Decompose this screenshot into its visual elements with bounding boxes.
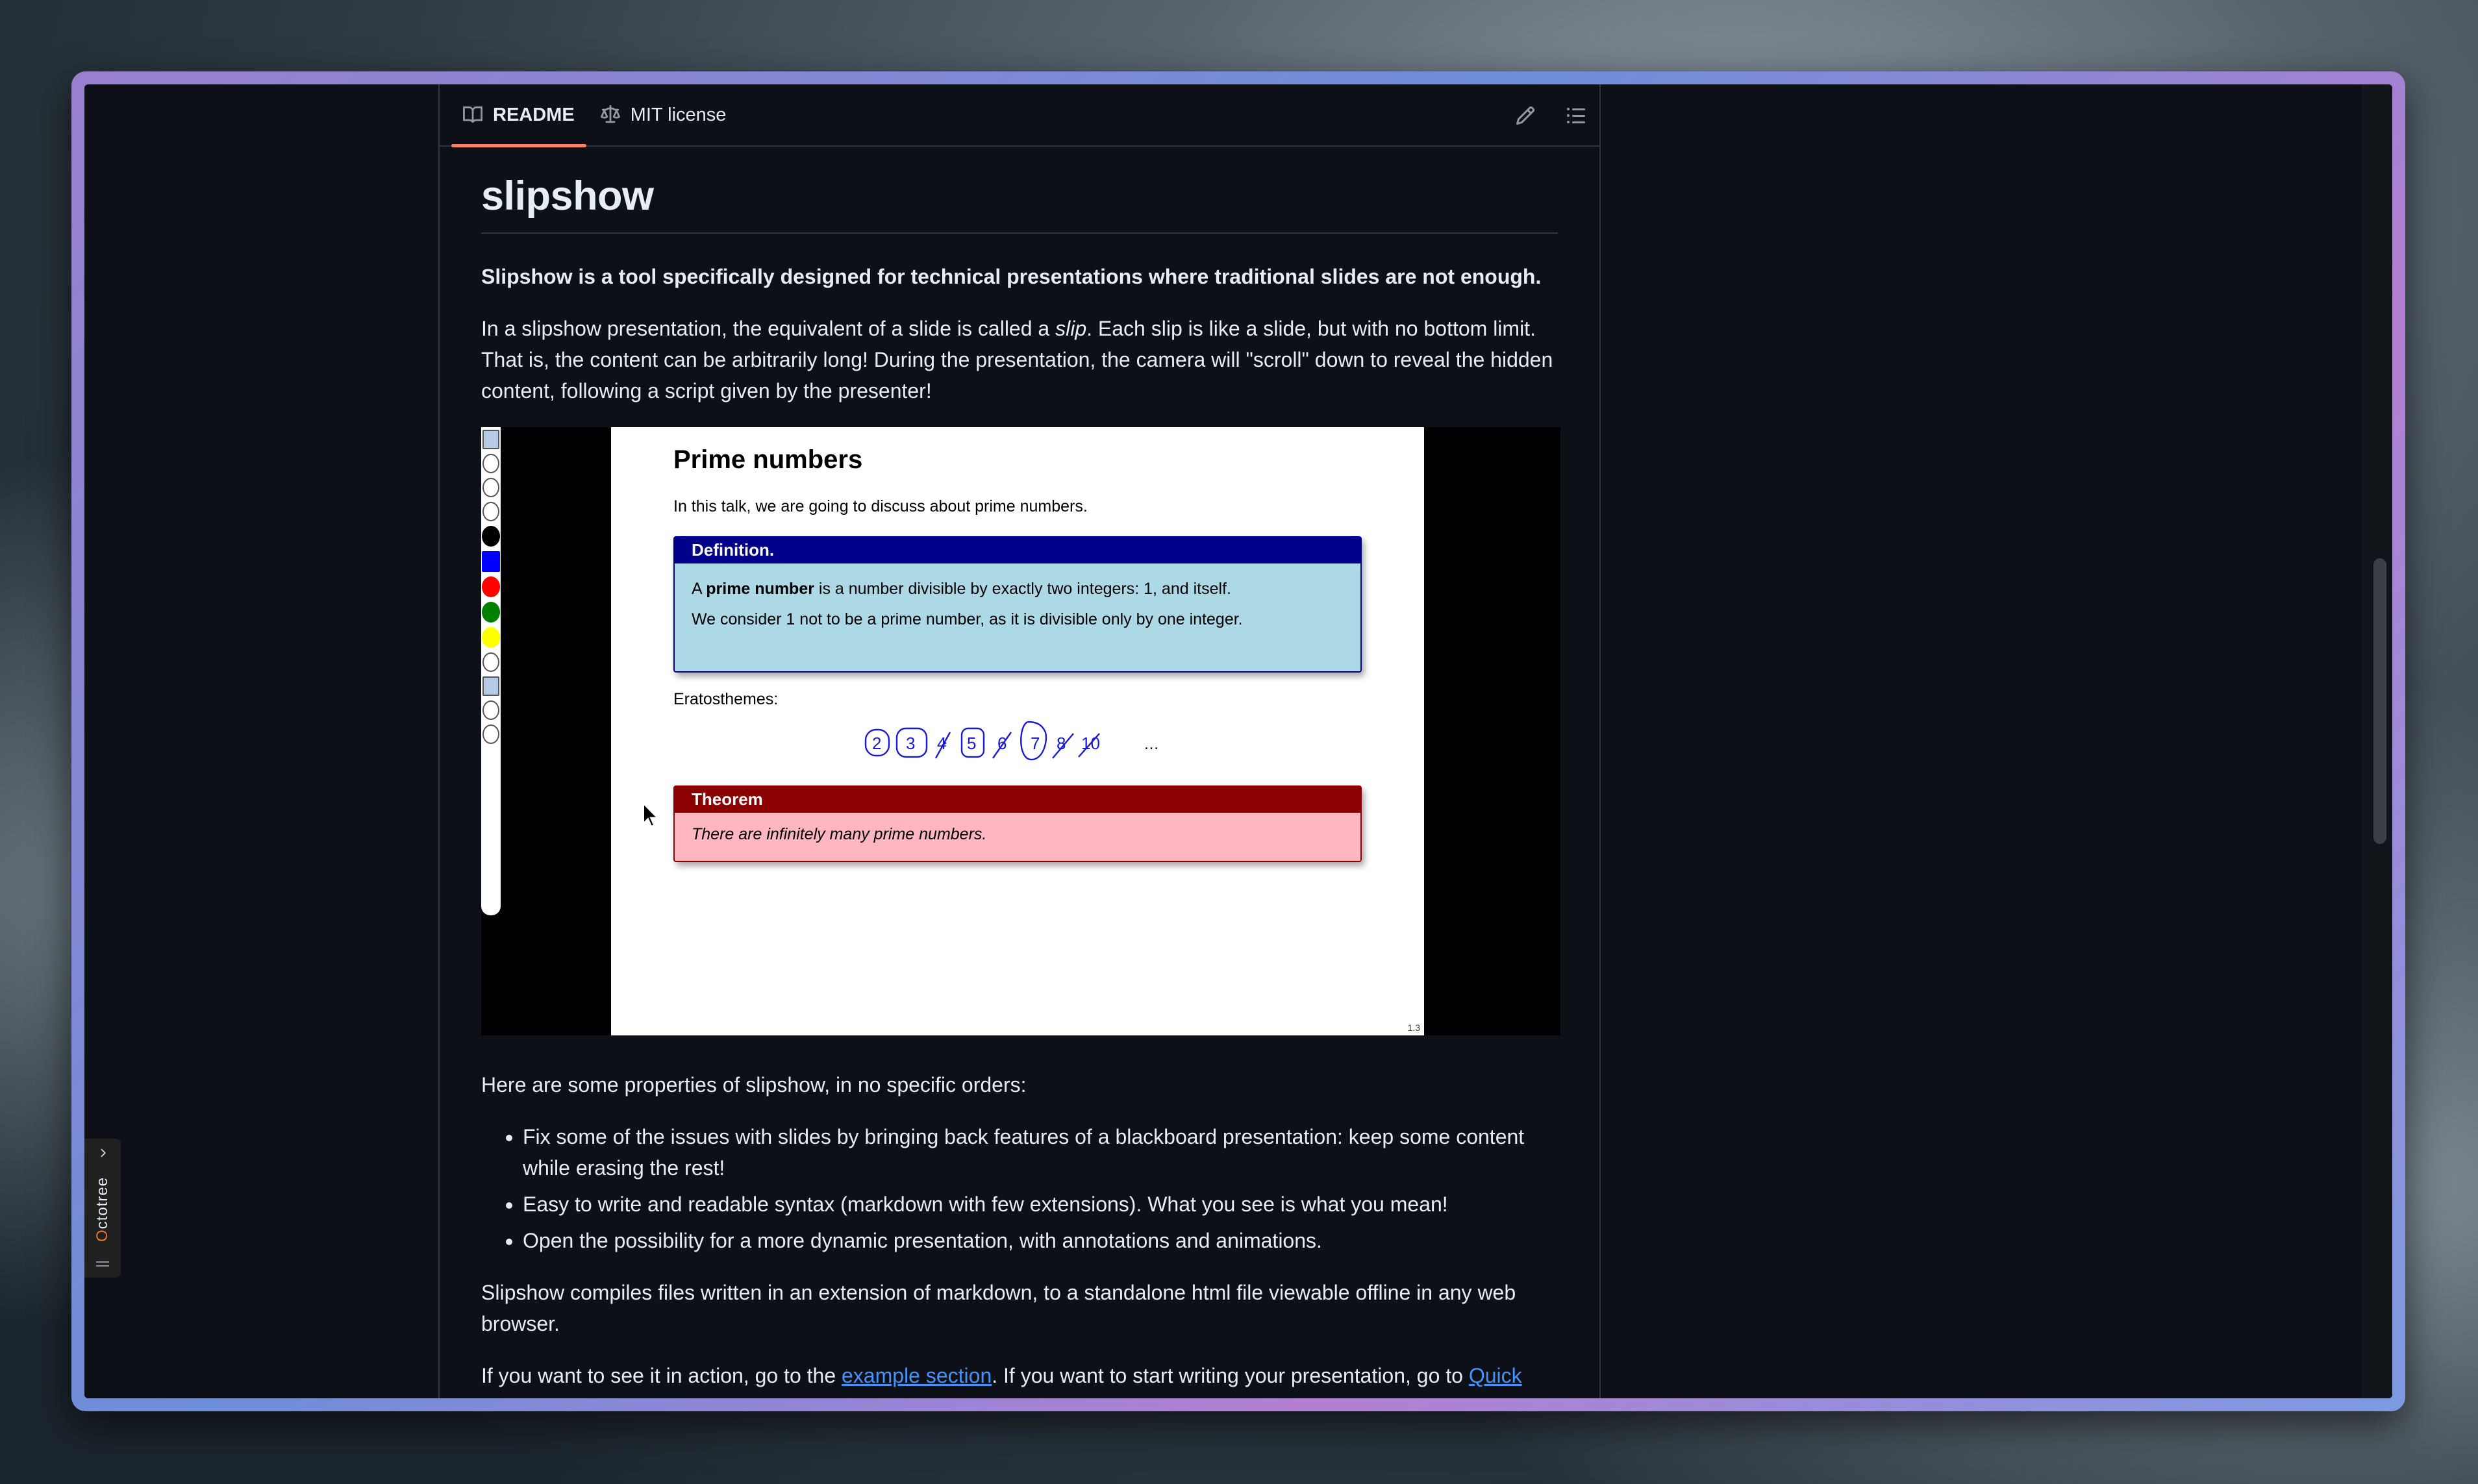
readme-panel: README MIT license slipshow Slipshow is …: [438, 84, 1601, 1398]
book-icon: [463, 106, 482, 123]
octotree-label-rest: ctotree: [94, 1176, 111, 1230]
list-item: Fix some of the issues with slides by br…: [523, 1121, 1558, 1183]
example-section-link[interactable]: example section: [842, 1364, 992, 1387]
width-thick-icon: [482, 700, 499, 720]
theorem-box: Theorem There are infinitely many prime …: [673, 785, 1362, 862]
tab-readme[interactable]: README: [450, 84, 588, 147]
mouse-cursor-icon: [643, 802, 659, 828]
octotree-sidebar-toggle[interactable]: Octotree: [84, 1139, 121, 1278]
theorem-header: Theorem: [675, 787, 1360, 813]
tab-readme-label: README: [493, 104, 575, 125]
definition-header: Definition.: [675, 538, 1360, 563]
definition-box: Definition. A prime number is a number d…: [673, 536, 1362, 673]
outline-list-icon[interactable]: [1566, 105, 1586, 126]
svg-text:5: 5: [967, 734, 976, 753]
svg-text:4: 4: [937, 734, 946, 753]
svg-text:7: 7: [1031, 734, 1040, 753]
definition-line-1: A prime number is a number divisible by …: [692, 570, 1344, 608]
tab-license-label: MIT license: [630, 104, 727, 125]
definition-line-2: We consider 1 not to be a prime number, …: [692, 610, 1243, 628]
svg-text:8: 8: [1057, 734, 1066, 753]
color-blue-icon: [482, 551, 500, 572]
svg-text:…: …: [1144, 736, 1159, 753]
demo-gif: Prime numbers In this talk, we are going…: [481, 427, 1560, 1035]
highlighter-tool-icon: [482, 454, 499, 473]
width-thin-icon: [482, 652, 499, 672]
width-medium-icon: [482, 676, 499, 696]
def-pre: A: [692, 580, 707, 598]
properties-intro: Here are some properties of slipshow, in…: [481, 1073, 1027, 1096]
drawing-toolbar: [481, 427, 501, 915]
browser-window: README MIT license slipshow Slipshow is …: [71, 71, 2405, 1411]
svg-text:2: 2: [872, 734, 881, 753]
pen-tool-icon: [482, 430, 499, 449]
eraser-tool-icon: [482, 478, 499, 497]
slide-canvas: Prime numbers In this talk, we are going…: [611, 427, 1424, 1035]
svg-text:10: 10: [1081, 734, 1100, 753]
browser-viewport: README MIT license slipshow Slipshow is …: [84, 84, 2392, 1398]
readme-actions: [1515, 84, 1586, 147]
list-item: Open the possibility for a more dynamic …: [523, 1225, 1558, 1256]
action-paragraph: If you want to see it in action, go to t…: [481, 1360, 1558, 1391]
page-scrollbar[interactable]: [2362, 84, 2392, 1398]
intro-text-a: In a slipshow presentation, the equivale…: [481, 317, 1056, 340]
readme-content: slipshow Slipshow is a tool specifically…: [440, 147, 1599, 1391]
svg-text:6: 6: [997, 734, 1007, 753]
octotree-label-o: O: [94, 1229, 111, 1243]
color-red-icon: [482, 576, 500, 597]
readme-tabbar: README MIT license: [440, 84, 1599, 147]
slide-number: 1.3: [1407, 1022, 1420, 1033]
quick-start-link[interactable]: Quick: [1469, 1364, 1522, 1387]
definition-body: A prime number is a number divisible by …: [675, 563, 1360, 637]
tab-license[interactable]: MIT license: [588, 84, 740, 146]
def-bold: prime number: [706, 580, 814, 598]
page-right-margin: [1614, 84, 2392, 1398]
theorem-body: There are infinitely many prime numbers.: [692, 825, 987, 843]
list-item: Easy to write and readable syntax (markd…: [523, 1189, 1558, 1220]
slide-intro: In this talk, we are going to discuss ab…: [673, 497, 1088, 515]
page-left-margin: [84, 84, 438, 1398]
eratosthenes-sieve-drawing: 2 3 4 5 6 7 8 10 …: [864, 721, 1159, 761]
def-post: is a number divisible by exactly two int…: [814, 580, 1231, 598]
hamburger-icon: [96, 1261, 109, 1267]
page-title: slipshow: [481, 173, 1558, 234]
properties-list: Fix some of the issues with slides by br…: [523, 1121, 1558, 1256]
octotree-label: Octotree: [94, 1177, 112, 1242]
color-green-icon: [482, 602, 500, 623]
eratosthenes-label: Eratosthemes:: [673, 690, 779, 708]
intro-paragraph: In a slipshow presentation, the equivale…: [481, 313, 1558, 406]
clear-tool-icon: [482, 502, 499, 521]
compiles-paragraph: Slipshow compiles files written in an ex…: [481, 1281, 1516, 1335]
action-text-a: If you want to see it in action, go to t…: [481, 1364, 842, 1387]
intro-emphasis: slip: [1055, 317, 1087, 340]
color-black-icon: [482, 526, 500, 547]
color-yellow-icon: [482, 627, 500, 648]
action-text-b: . If you want to start writing your pres…: [992, 1364, 1469, 1387]
svg-text:3: 3: [906, 734, 915, 753]
scrollbar-thumb[interactable]: [2373, 558, 2386, 844]
edit-pencil-icon[interactable]: [1515, 105, 1536, 126]
slide-title: Prime numbers: [673, 445, 863, 474]
close-tool-icon: [482, 724, 499, 744]
law-icon: [600, 105, 620, 123]
chevron-right-icon: [101, 1148, 106, 1157]
lead-paragraph: Slipshow is a tool specifically designed…: [481, 265, 1542, 288]
